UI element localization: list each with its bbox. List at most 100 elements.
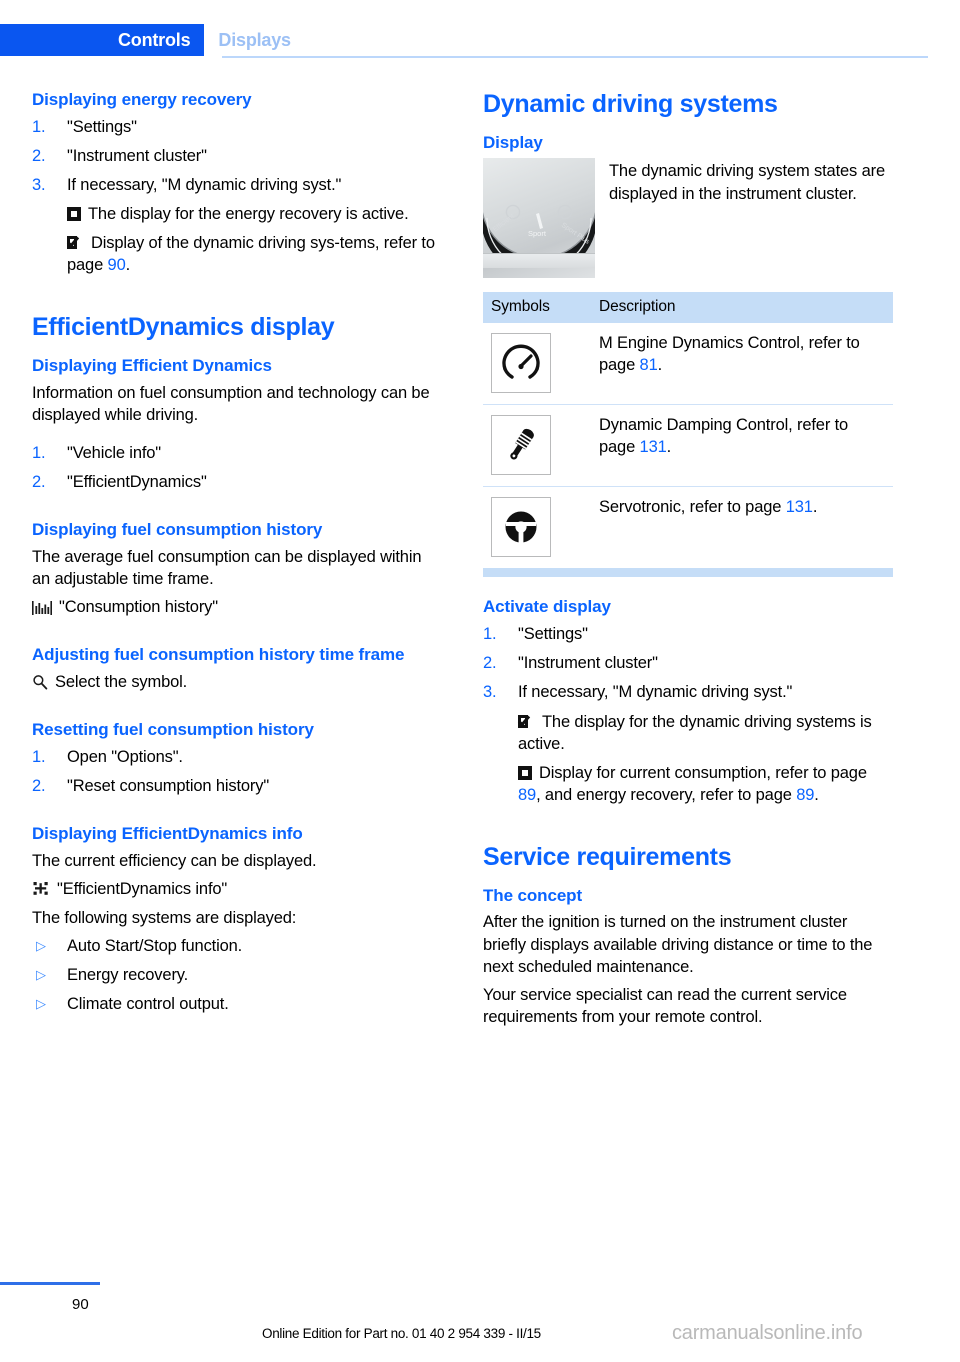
steps-displaying-efficient-dynamics: 1. "Vehicle info" 2. "EfficientDynamics" (32, 442, 442, 493)
bullet-text: Auto Start/Stop function. (67, 937, 243, 956)
list-item: 3. If necessary, "M dynamic driving syst… (483, 681, 893, 703)
page-reference-link[interactable]: 131 (640, 438, 667, 456)
table-body: M Engine Dynamics Control, refer to page… (483, 323, 893, 568)
figure-row: Efficient Sport Sport Plus The dynamic d… (483, 158, 893, 279)
steering-wheel-icon (505, 511, 537, 544)
description-text: M Engine Dynamics Control, refer to page (599, 334, 860, 375)
table-cell-description: Dynamic Damping Control, refer to page 1… (591, 404, 893, 488)
tab-displays[interactable]: Displays (204, 24, 305, 56)
right-column: Dynamic driving systems Display Efficien… (483, 90, 893, 1034)
page-reference-link[interactable]: 89 (518, 786, 536, 804)
note-dynamic-driving-systems-ref: Display of the dynamic driving sys-tems,… (32, 232, 442, 276)
tab-controls[interactable]: Controls (0, 24, 205, 56)
chapter-service-requirements: Service requirements (483, 842, 732, 871)
footer-divider (0, 1282, 100, 1285)
heading-displaying-fuel-consumption-history: Displaying fuel consumption history (32, 520, 323, 540)
page-number: 90 (72, 1296, 89, 1313)
list-item: 1. "Settings" (32, 116, 442, 138)
description-text: Dynamic Damping Control, refer to page (599, 416, 849, 457)
bullets-displayed-systems: ▷ Auto Start/Stop function. ▷ Energy rec… (32, 935, 442, 1015)
bullet-text: Energy recovery. (67, 966, 189, 985)
list-item: 2. "Instrument cluster" (32, 145, 442, 167)
page-header: Controls Displays (0, 0, 960, 64)
tab-controls-label: Controls (118, 29, 191, 50)
list-item: ▷ Climate control output. (32, 993, 442, 1015)
list-item: 1. Open "Options". (32, 746, 442, 768)
column-header-description: Description (591, 292, 893, 324)
column-header-symbols: Symbols (483, 292, 591, 324)
table-header-row: Symbols Description (483, 292, 893, 324)
step-text: Open "Options". (67, 747, 183, 766)
left-column: Displaying energy recovery 1. "Settings"… (32, 90, 442, 1023)
heading-display: Display (483, 132, 543, 152)
step-text: "Instrument cluster" (67, 146, 207, 165)
paragraph-service-concept-1: After the ignition is turned on the inst… (483, 913, 873, 976)
description-text-end: . (812, 498, 818, 517)
search-icon (33, 675, 48, 690)
step-number: 2. (32, 146, 46, 165)
page-reference-link[interactable]: 131 (786, 498, 813, 516)
item-select-the-symbol: Select the symbol. (32, 671, 442, 693)
note-text-end: . (125, 256, 131, 275)
step-text: "Vehicle info" (67, 444, 162, 463)
note-current-consumption-ref: Display for current consumption, refer t… (483, 762, 893, 806)
bullet-text: Climate control output. (67, 995, 229, 1014)
item-consumption-history: "Consumption history" (32, 596, 442, 618)
item-label: Select the symbol. (55, 673, 188, 692)
symbols-table: Symbols Description M Engine Dynamics Co… (483, 292, 893, 568)
list-item: 3. If necessary, "M dynamic driving syst… (32, 174, 442, 196)
heading-activate-display: Activate display (483, 597, 611, 617)
description-text-end: . (657, 356, 663, 375)
table-cell-symbol (483, 487, 591, 569)
step-number: 2. (32, 473, 46, 492)
efficientdynamics-info-icon (33, 882, 48, 895)
step-number: 3. (32, 175, 46, 194)
step-text: "Instrument cluster" (518, 654, 658, 673)
heading-adjusting-fuel-consumption-history-time-frame: Adjusting fuel consumption history time … (32, 645, 405, 665)
damper-shock-absorber-icon (510, 429, 534, 460)
step-number: 2. (32, 777, 46, 796)
table-cell-symbol (483, 323, 591, 406)
list-item: 2. "Reset consumption history" (32, 775, 442, 797)
item-label: "EfficientDynamics info" (57, 880, 228, 899)
page-reference-link[interactable]: 81 (640, 356, 658, 374)
page-reference-link[interactable]: 90 (108, 256, 126, 274)
list-item: ▷ Energy recovery. (32, 964, 442, 986)
step-number: 1. (32, 117, 46, 136)
item-label: "Consumption history" (59, 598, 218, 617)
chapter-efficientdynamics-display: EfficientDynamics display (32, 313, 335, 342)
note-text-end: . (814, 785, 819, 804)
section-tab-bar: Controls Displays (0, 24, 305, 56)
page-reference-link[interactable]: 89 (796, 786, 814, 804)
checkbox-empty-icon (67, 207, 81, 222)
heading-displaying-efficientdynamics-info: Displaying EfficientDynamics info (32, 824, 303, 844)
table-head: Symbols Description (483, 292, 893, 324)
page-footer: 90 Online Edition for Part no. 01 40 2 9… (0, 1282, 960, 1362)
step-number: 1. (32, 444, 46, 463)
paragraph-current-efficiency: The current efficiency can be displayed. (32, 851, 317, 870)
paragraph-service-concept-2: Your service specialist can read the cur… (483, 985, 847, 1026)
heading-resetting-fuel-consumption-history: Resetting fuel consumption history (32, 720, 314, 740)
svg-text:Sport: Sport (528, 229, 547, 238)
table-cell-description: M Engine Dynamics Control, refer to page… (591, 323, 893, 406)
note-text: The display for the energy recovery is a… (88, 205, 409, 224)
heading-displaying-energy-recovery: Displaying energy recovery (32, 90, 252, 109)
step-number: 3. (483, 683, 497, 702)
engine-dynamics-gauge-icon (502, 345, 540, 380)
site-watermark: carmanualsonline.info (672, 1322, 863, 1344)
table-row: Servotronic, refer to page 131. (483, 487, 893, 569)
instrument-cluster-photo: Efficient Sport Sport Plus (483, 158, 595, 279)
list-item: ▷ Auto Start/Stop function. (32, 935, 442, 957)
table-cell-description: Servotronic, refer to page 131. (591, 487, 893, 569)
list-item: 2. "EfficientDynamics" (32, 471, 442, 493)
steps-activate-display: 1. "Settings" 2. "Instrument cluster" 3.… (483, 623, 893, 703)
paragraph-fuel-consumption-history: The average fuel consumption can be disp… (32, 548, 422, 589)
table-row: M Engine Dynamics Control, refer to page… (483, 323, 893, 406)
